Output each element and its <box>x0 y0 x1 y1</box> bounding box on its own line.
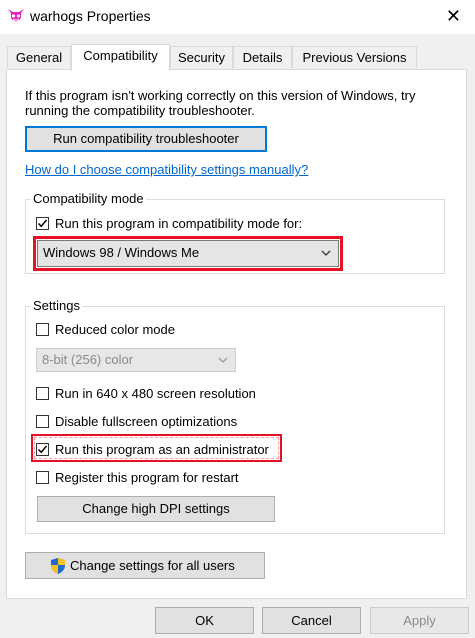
color-depth-select[interactable]: 8-bit (256) color <box>36 348 236 372</box>
chevron-down-icon <box>217 354 229 369</box>
demon-mask-icon <box>6 6 26 26</box>
tab-details[interactable]: Details <box>233 46 292 68</box>
disable-fullscreen-checkbox[interactable] <box>36 415 49 428</box>
window-title: warhogs Properties <box>30 8 151 24</box>
tab-security[interactable]: Security <box>170 46 233 68</box>
res-640-label: Run in 640 x 480 screen resolution <box>55 386 256 401</box>
color-depth-select-value: 8-bit (256) color <box>42 352 134 367</box>
change-all-users-label: Change settings for all users <box>70 558 235 573</box>
tab-compatibility[interactable]: Compatibility <box>71 44 170 71</box>
settings-label: Settings <box>31 298 82 313</box>
disable-fullscreen-label: Disable fullscreen optimizations <box>55 414 238 429</box>
tab-strip: General Compatibility Security Details P… <box>0 44 475 71</box>
os-version-select[interactable]: Windows 98 / Windows Me <box>37 240 339 267</box>
ok-button[interactable]: OK <box>155 607 254 634</box>
reduced-color-label: Reduced color mode <box>55 322 175 337</box>
cancel-button[interactable]: Cancel <box>262 607 361 634</box>
title-bar: warhogs Properties ✕ <box>0 0 475 34</box>
res-640-checkbox-row[interactable]: Run in 640 x 480 screen resolution <box>36 386 316 402</box>
compat-mode-checkbox-row[interactable]: Run this program in compatibility mode f… <box>36 216 336 232</box>
reduced-color-checkbox[interactable] <box>36 323 49 336</box>
uac-shield-icon <box>50 557 66 583</box>
tab-general[interactable]: General <box>7 46 71 68</box>
register-restart-checkbox[interactable] <box>36 471 49 484</box>
manual-settings-link[interactable]: How do I choose compatibility settings m… <box>25 162 308 177</box>
intro-text: If this program isn't working correctly … <box>25 88 416 118</box>
run-as-admin-label: Run this program as an administrator <box>55 442 269 457</box>
register-restart-label: Register this program for restart <box>55 470 239 485</box>
disable-fullscreen-checkbox-row[interactable]: Disable fullscreen optimizations <box>36 414 316 430</box>
compat-mode-checkbox[interactable] <box>36 217 49 230</box>
change-high-dpi-button[interactable]: Change high DPI settings <box>37 496 275 522</box>
reduced-color-checkbox-row[interactable]: Reduced color mode <box>36 322 236 338</box>
os-version-select-value: Windows 98 / Windows Me <box>43 245 200 260</box>
chevron-down-icon <box>320 247 332 262</box>
run-troubleshooter-button[interactable]: Run compatibility troubleshooter <box>25 126 267 152</box>
register-restart-checkbox-row[interactable]: Register this program for restart <box>36 470 316 486</box>
checkmark-icon <box>37 445 48 454</box>
res-640-checkbox[interactable] <box>36 387 49 400</box>
compatibility-panel: If this program isn't working correctly … <box>6 69 467 599</box>
compat-mode-checkbox-label: Run this program in compatibility mode f… <box>55 216 303 231</box>
run-as-admin-checkbox-row[interactable]: Run this program as an administrator <box>36 442 280 458</box>
checkmark-icon <box>37 219 48 228</box>
compatibility-mode-label: Compatibility mode <box>31 191 146 206</box>
change-all-users-button[interactable]: Change settings for all users <box>25 552 265 579</box>
run-as-admin-checkbox[interactable] <box>36 443 49 456</box>
close-icon[interactable]: ✕ <box>446 6 461 27</box>
apply-button[interactable]: Apply <box>370 607 469 634</box>
tab-previous-versions[interactable]: Previous Versions <box>292 46 417 68</box>
